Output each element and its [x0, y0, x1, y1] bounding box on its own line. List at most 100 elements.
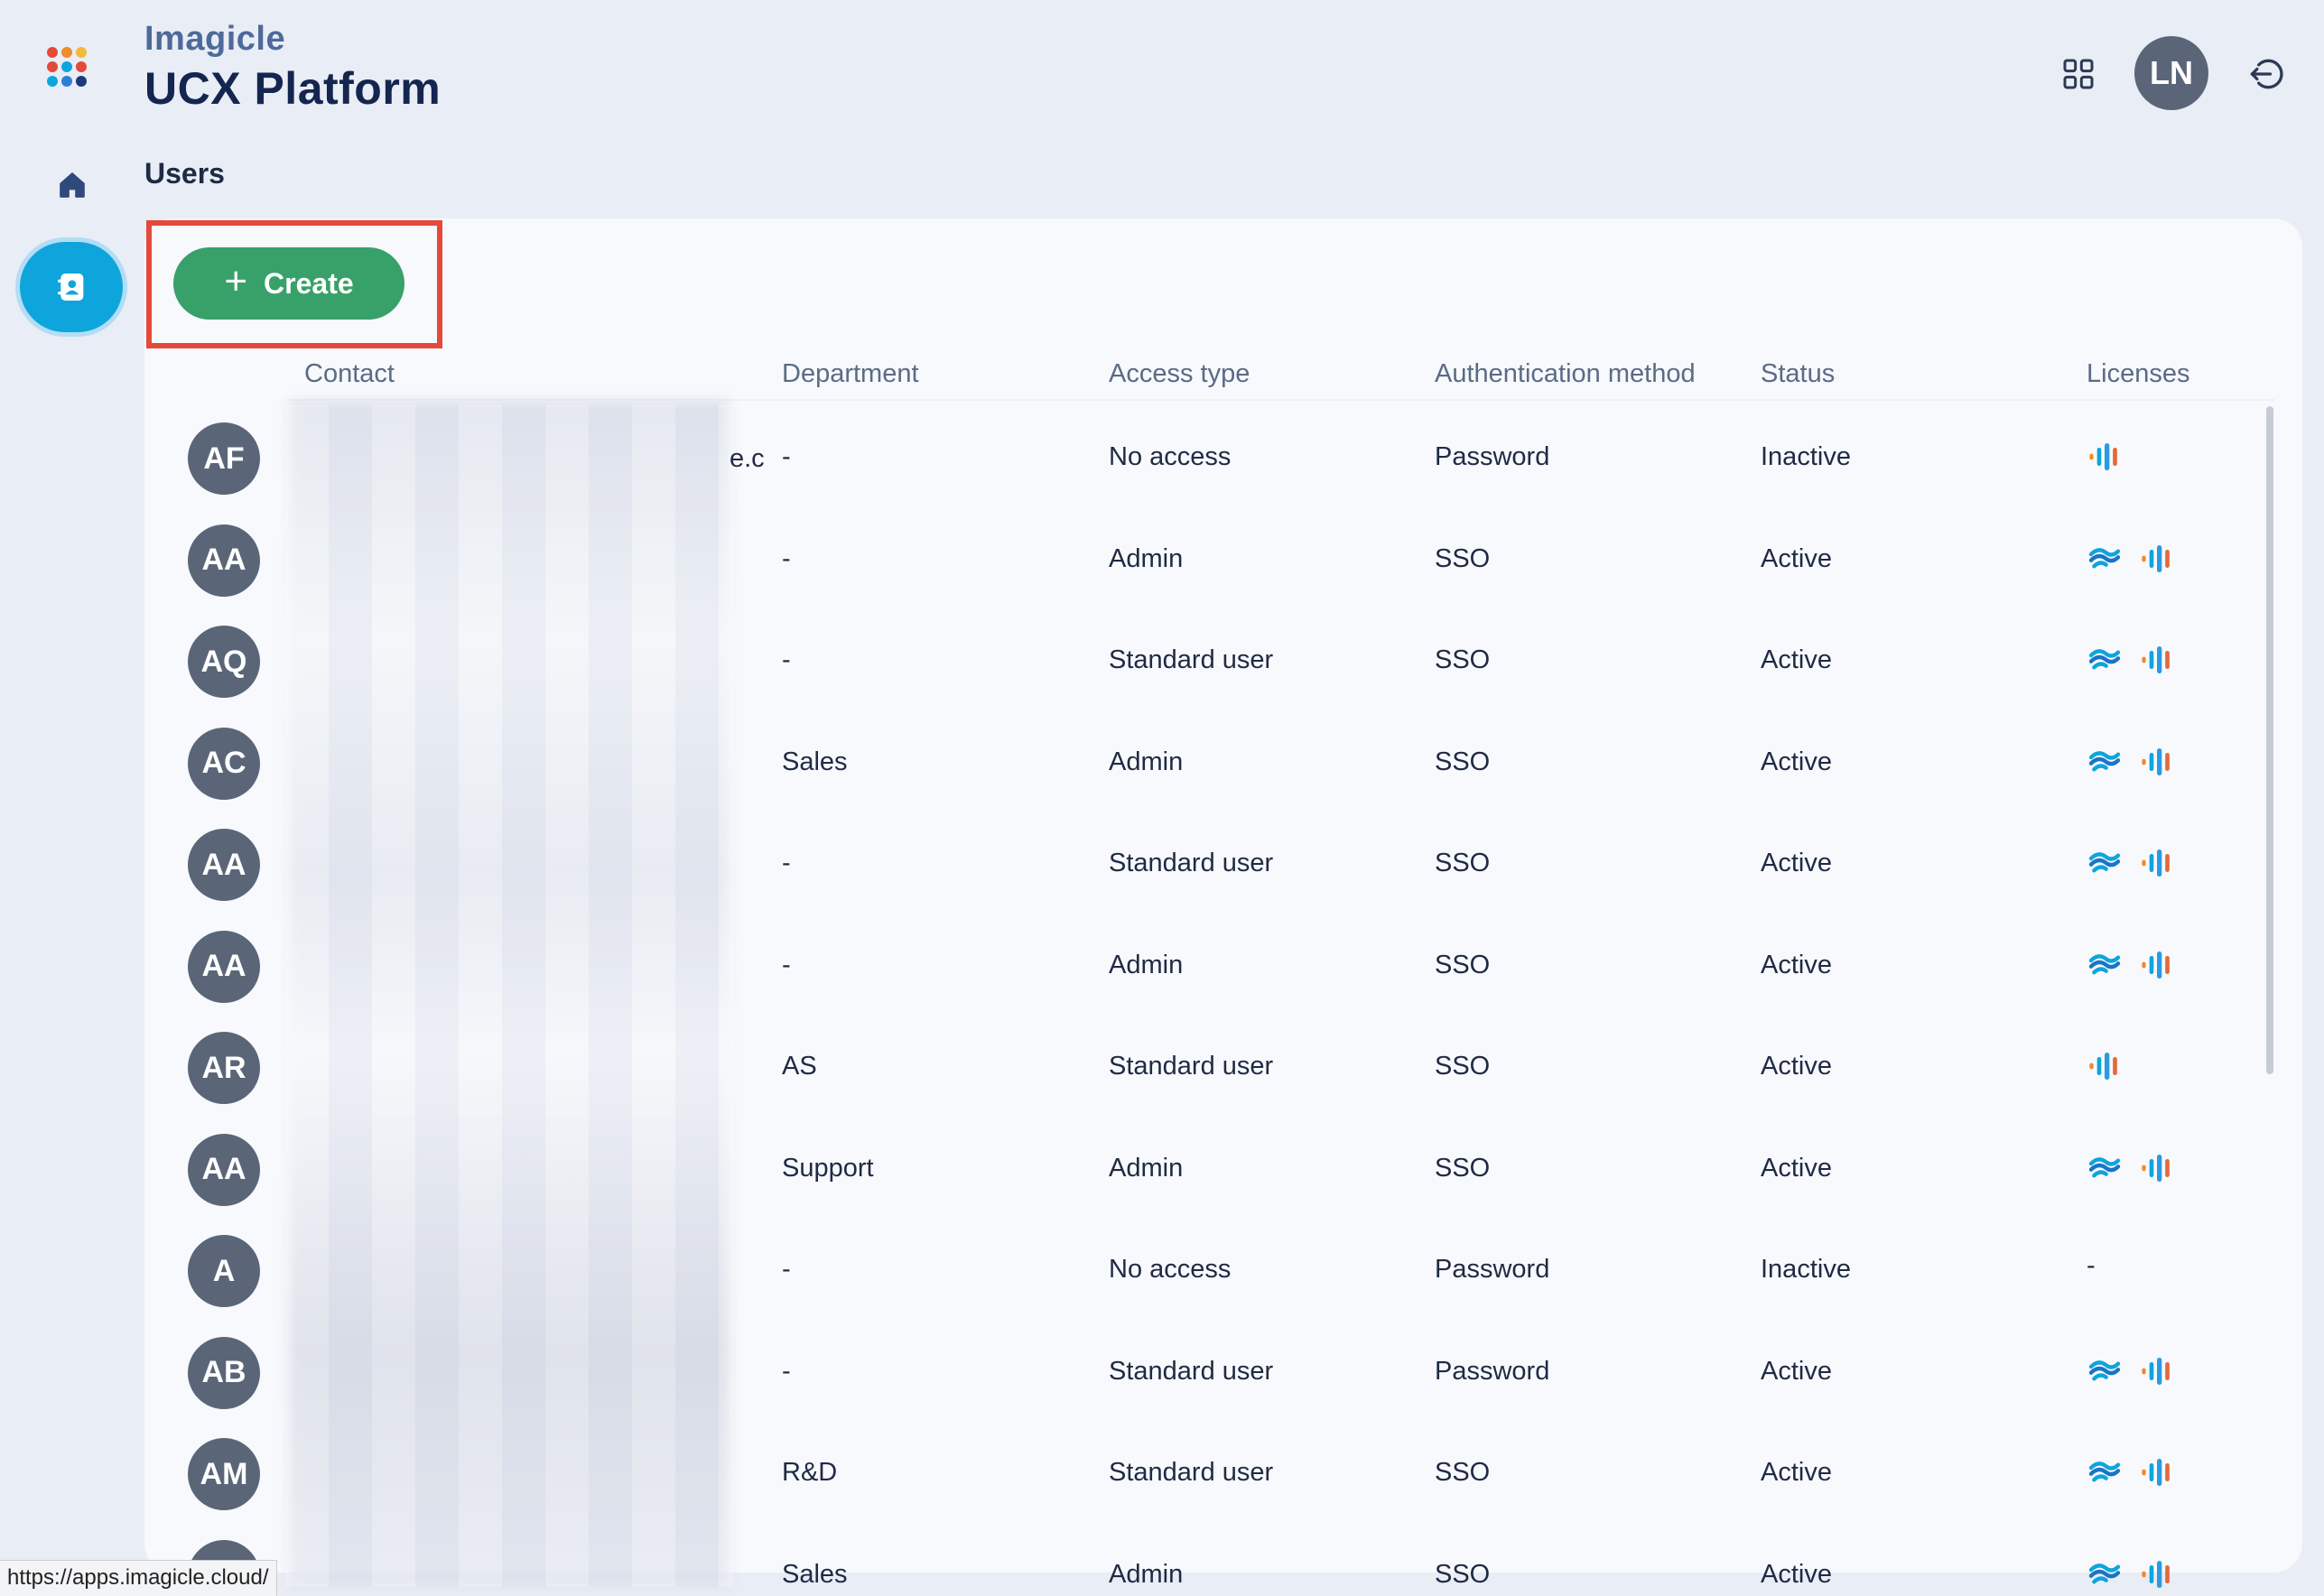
cell-department: R&D: [782, 1458, 838, 1487]
cell-status: Active: [1761, 747, 1832, 776]
cell-authentication: SSO: [1435, 747, 1491, 776]
avatar: A: [188, 1235, 260, 1307]
audio-bars-license-icon: [2142, 747, 2170, 775]
column-header-status[interactable]: Status: [1761, 359, 1835, 389]
contact-book-icon: [58, 274, 84, 301]
cell-licenses: [2087, 1048, 2123, 1084]
cell-access-type: Admin: [1109, 1559, 1184, 1589]
create-button-label: Create: [264, 266, 354, 300]
audio-bars-license-icon: [2089, 443, 2117, 470]
cell-status: Active: [1761, 1458, 1832, 1487]
nav-users[interactable]: [20, 242, 123, 332]
wave-license-icon: [2088, 1563, 2121, 1583]
cell-licenses: -: [2087, 1251, 2096, 1281]
wave-license-icon: [2088, 649, 2121, 670]
cell-authentication: SSO: [1435, 849, 1491, 877]
cell-status: Active: [1761, 849, 1832, 877]
avatar: AB: [188, 1336, 260, 1409]
cell-access-type: Standard user: [1109, 1356, 1274, 1386]
cell-status: Active: [1761, 1052, 1832, 1081]
avatar: AR: [188, 1032, 260, 1104]
cell-department: Sales: [782, 1559, 848, 1589]
avatar: AA: [188, 930, 260, 1003]
nav-home[interactable]: [54, 167, 90, 203]
cell-department: -: [782, 645, 791, 674]
home-icon: [60, 172, 85, 198]
cell-department: -: [782, 442, 791, 471]
cell-status: Active: [1761, 1559, 1832, 1589]
cell-licenses: [2087, 744, 2175, 780]
column-header-contact[interactable]: Contact: [304, 359, 395, 389]
cell-status: Active: [1761, 1356, 1832, 1386]
cell-department: AS: [782, 1052, 817, 1081]
cell-department: Sales: [782, 747, 848, 776]
avatar: AC: [188, 727, 260, 800]
cell-access-type: Standard user: [1109, 1458, 1274, 1487]
cell-access-type: Standard user: [1109, 645, 1274, 674]
cell-access-type: No access: [1109, 1255, 1232, 1284]
audio-bars-license-icon: [2142, 1357, 2170, 1385]
brand-product: UCX Platform: [144, 63, 442, 114]
cell-licenses: [2087, 439, 2123, 475]
audio-bars-license-icon: [2142, 1459, 2170, 1486]
apps-button[interactable]: [2060, 56, 2096, 92]
wave-license-icon: [2088, 1359, 2121, 1380]
cell-department: -: [782, 1356, 791, 1386]
cell-status: Active: [1761, 1153, 1832, 1183]
audio-bars-license-icon: [2142, 951, 2170, 979]
logout-button[interactable]: [2245, 54, 2285, 94]
no-license: -: [2087, 1251, 2096, 1280]
cell-authentication: Password: [1435, 1255, 1550, 1284]
cell-licenses: [2087, 1150, 2175, 1186]
cell-department: -: [782, 1255, 791, 1284]
cell-department: -: [782, 950, 791, 979]
app-root: Imagicle UCX Platform Users LN + Create …: [0, 0, 2324, 1596]
avatar: AA: [188, 524, 260, 597]
cell-licenses: [2087, 642, 2175, 678]
audio-bars-license-icon: [2142, 1154, 2170, 1182]
cell-access-type: Admin: [1109, 950, 1184, 979]
column-header-authentication[interactable]: Authentication method: [1435, 359, 1696, 389]
grid-icon: [2063, 59, 2094, 89]
cell-access-type: Admin: [1109, 747, 1184, 776]
avatar: AF: [188, 422, 260, 495]
wave-license-icon: [2088, 1461, 2121, 1482]
cell-authentication: SSO: [1435, 950, 1491, 979]
cell-licenses: [2087, 1556, 2175, 1592]
wave-license-icon: [2088, 953, 2121, 974]
cell-authentication: SSO: [1435, 1458, 1491, 1487]
plus-icon: +: [224, 259, 248, 303]
cell-department: -: [782, 849, 791, 877]
contact-column-mask: [285, 404, 733, 1587]
cell-status: Active: [1761, 645, 1832, 674]
imagicle-logo-icon[interactable]: [47, 47, 101, 101]
table-scrollbar[interactable]: [2266, 406, 2273, 1074]
brand-company: Imagicle: [144, 20, 286, 58]
cell-status: Inactive: [1761, 442, 1851, 471]
user-avatar[interactable]: LN: [2134, 36, 2208, 110]
avatar: AA: [188, 829, 260, 901]
cell-department: -: [782, 543, 791, 573]
cell-authentication: SSO: [1435, 1559, 1491, 1589]
create-button[interactable]: + Create: [173, 247, 404, 320]
column-header-licenses[interactable]: Licenses: [2087, 359, 2189, 389]
cell-licenses: [2087, 947, 2175, 983]
cell-access-type: Standard user: [1109, 1052, 1274, 1081]
avatar: AQ: [188, 626, 260, 698]
audio-bars-license-icon: [2142, 544, 2170, 572]
audio-bars-license-icon: [2142, 849, 2170, 877]
cell-authentication: SSO: [1435, 645, 1491, 674]
cell-licenses: [2087, 845, 2175, 881]
column-header-access-type[interactable]: Access type: [1109, 359, 1250, 389]
cell-access-type: Admin: [1109, 1153, 1184, 1183]
cell-status: Active: [1761, 543, 1832, 573]
cell-status: Active: [1761, 950, 1832, 979]
wave-license-icon: [2088, 852, 2121, 873]
cell-authentication: Password: [1435, 442, 1550, 471]
column-header-department[interactable]: Department: [782, 359, 919, 389]
cell-licenses: [2087, 1353, 2175, 1389]
brand: Imagicle UCX Platform: [144, 20, 441, 115]
audio-bars-license-icon: [2089, 1053, 2117, 1080]
wave-license-icon: [2088, 750, 2121, 771]
avatar: AM: [188, 1438, 260, 1510]
